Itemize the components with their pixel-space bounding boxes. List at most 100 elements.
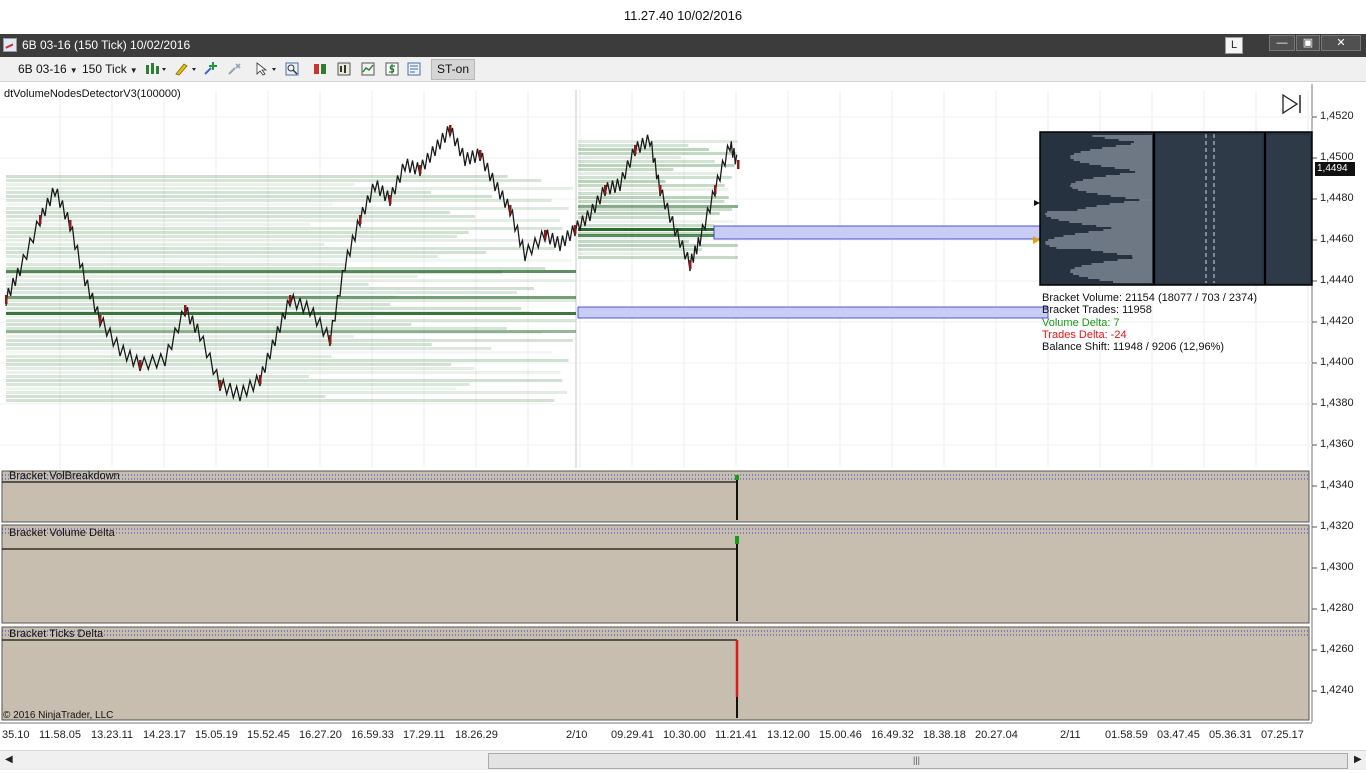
st-on-button[interactable]: ST-on — [431, 59, 476, 80]
time-label: 10.30.00 — [663, 729, 706, 741]
time-label: 09.29.41 — [611, 729, 654, 741]
time-label: 15.05.19 — [195, 729, 238, 741]
volume-node-line — [6, 312, 576, 315]
volume-node-band — [6, 259, 572, 262]
volume-node-band — [578, 224, 715, 227]
horizontal-scrollbar[interactable]: ◀ ||| ▶ — [0, 750, 1366, 770]
volume-node-band — [6, 399, 555, 402]
volume-node-band — [578, 156, 681, 159]
time-label: 16.59.33 — [351, 729, 394, 741]
chevron-down-icon: ▼ — [69, 66, 78, 75]
price-label: 1,4340 — [1320, 479, 1354, 491]
candle-body — [359, 215, 362, 224]
instrument-label: 6B 03-16 — [18, 62, 67, 76]
time-label: 11.21.41 — [715, 729, 758, 741]
pencil-draw-icon[interactable] — [174, 62, 198, 76]
volume-node-band — [6, 371, 561, 374]
candle-body — [634, 145, 637, 154]
volume-node-band — [6, 283, 369, 286]
volume-node-band — [578, 252, 697, 255]
zone-marker-icon — [1034, 200, 1040, 206]
add-indicator-icon[interactable] — [203, 62, 217, 76]
time-label: 15.52.45 — [247, 729, 290, 741]
chart-window-icon — [3, 38, 17, 52]
time-label: 13.23.11 — [91, 729, 134, 741]
price-label: 1,4420 — [1320, 315, 1354, 327]
bracket-stats: Bracket Volume: 21154 (18077 / 703 / 237… — [1042, 292, 1257, 353]
balance-zone[interactable] — [713, 225, 1049, 240]
volume-node-band — [6, 263, 347, 266]
bracket-trades-text: Bracket Trades: 11958 — [1042, 304, 1152, 317]
volume-delta-panel[interactable] — [1, 524, 1310, 624]
candle-body — [289, 295, 292, 304]
price-label: 1,4460 — [1320, 233, 1354, 245]
ticks-delta-panel[interactable] — [1, 626, 1310, 721]
volume-node-band — [6, 207, 569, 210]
chart-style-icon[interactable] — [145, 62, 167, 76]
vol-breakdown-marker — [735, 475, 739, 480]
volume-node-band — [578, 192, 659, 195]
volume-node-band — [6, 227, 563, 230]
minimize-button[interactable]: — — [1269, 35, 1295, 51]
time-label: 18.38.18 — [923, 729, 966, 741]
volume-node-band — [578, 176, 732, 179]
volume-node-band — [6, 183, 355, 186]
chevron-down-icon: ▼ — [129, 66, 138, 75]
volume-node-band — [6, 215, 476, 218]
volume-node-line — [6, 330, 576, 333]
restore-button[interactable]: ▣ — [1296, 35, 1320, 51]
volume-node-band — [6, 211, 451, 214]
link-button[interactable]: L — [1225, 37, 1243, 54]
go-to-end-icon[interactable] — [1282, 93, 1299, 115]
scroll-right-icon[interactable]: ▶ — [1354, 754, 1362, 765]
performance-icon[interactable] — [361, 62, 375, 76]
window-title-bar[interactable]: 6B 03-16 (150 Tick) 10/02/2016 L — ▣ ✕ — [0, 34, 1366, 57]
candle-body — [714, 185, 717, 194]
volume-node-band — [6, 275, 418, 278]
time-label: 05.36.31 — [1209, 729, 1252, 741]
strategies-icon[interactable] — [337, 62, 351, 76]
volume-node-band — [6, 363, 452, 366]
candle-body — [39, 215, 42, 224]
close-button[interactable]: ✕ — [1321, 35, 1361, 51]
dollar-icon[interactable] — [385, 62, 399, 76]
price-label: 1,4320 — [1320, 520, 1354, 532]
volume-node-band — [6, 347, 492, 350]
time-label: 16.27.20 — [299, 729, 342, 741]
interval-selector[interactable]: 150 Tick ▼ — [79, 60, 141, 79]
scrollbar-thumb[interactable]: ||| — [488, 753, 1348, 769]
trades-delta-text: Trades Delta: -24 — [1042, 328, 1127, 341]
time-label: 07.25.17 — [1261, 729, 1304, 741]
remove-indicator-icon[interactable] — [227, 62, 241, 76]
candle-body — [479, 150, 482, 159]
volume-node-band — [6, 335, 354, 338]
data-box-icon[interactable] — [313, 62, 327, 76]
time-label: 15.00.46 — [819, 729, 862, 741]
volume-node-band — [6, 267, 546, 270]
properties-icon[interactable] — [407, 62, 421, 76]
price-label: 1,4480 — [1320, 192, 1354, 204]
volume-node-band — [578, 140, 738, 143]
cursor-tool-icon[interactable] — [255, 62, 279, 76]
candle-body — [184, 305, 187, 314]
volume-node-band — [578, 244, 738, 247]
price-label: 1,4440 — [1320, 274, 1354, 286]
volume-node-band — [6, 199, 552, 202]
interval-label: 150 Tick — [82, 62, 127, 76]
candle-body — [449, 125, 452, 134]
volume-node-band — [6, 247, 555, 250]
volume-node-band — [6, 367, 475, 370]
price-chart[interactable] — [0, 82, 1366, 726]
volume-delta-text: Volume Delta: 7 — [1042, 316, 1120, 329]
volume-node-band — [6, 343, 432, 346]
volume-node-band — [6, 203, 333, 206]
zoom-icon[interactable] — [285, 62, 299, 76]
time-label: 11.58.05 — [39, 729, 82, 741]
time-label: 2/11 — [1060, 729, 1081, 741]
scroll-left-icon[interactable]: ◀ — [5, 754, 13, 765]
supply-zone[interactable] — [577, 306, 1049, 319]
instrument-selector[interactable]: 6B 03-16 ▼ — [15, 60, 81, 79]
volume-node-band — [578, 144, 689, 147]
candle-body — [509, 205, 512, 214]
volume-node-band — [6, 187, 573, 190]
